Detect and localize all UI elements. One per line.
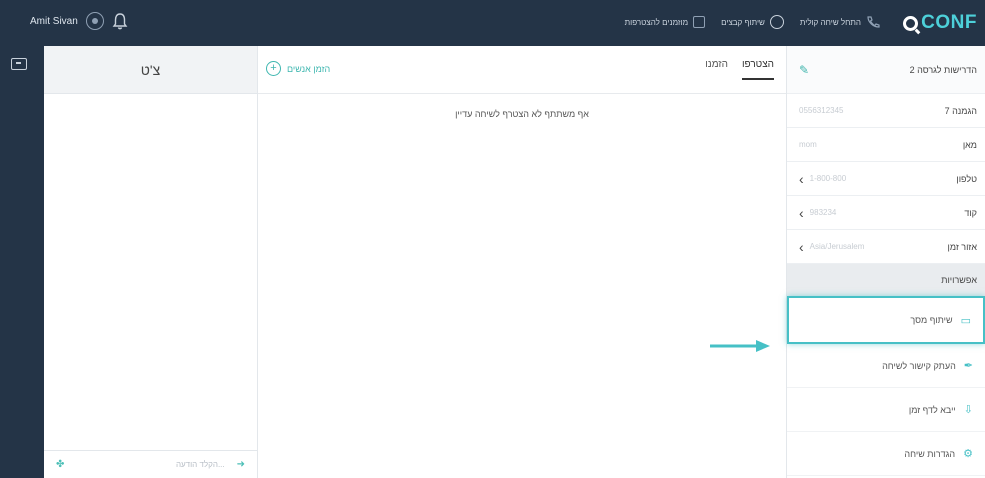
top-actions: מוזמנים להצטרפות שיתוף קבצים התחל שיחה ק… xyxy=(625,12,880,32)
user-name: Amit Sivan xyxy=(30,15,78,27)
monitor-icon: ▭ xyxy=(960,314,971,327)
settings-icon: ⚙ xyxy=(963,448,973,460)
option-label: העתק קישור לשיחה xyxy=(882,360,956,371)
chevron-left-icon[interactable]: ‹ xyxy=(799,206,804,220)
invite-people-button[interactable]: + הזמן אנשים xyxy=(266,61,330,76)
chat-input[interactable]: הקלד הודעה... xyxy=(64,460,236,469)
user-avatar-icon[interactable] xyxy=(85,12,104,30)
settings-row-value-wrap: ‹ Asia/Jerusalem xyxy=(799,240,864,254)
settings-row-label: מאן xyxy=(962,139,977,150)
settings-row: mom מאן xyxy=(787,128,985,162)
settings-row-timezone[interactable]: ‹ Asia/Jerusalem אזור זמן xyxy=(787,230,985,264)
app-logo: CONF xyxy=(903,12,977,34)
pointer-arrow-icon xyxy=(710,340,770,352)
edit-pencil-icon[interactable]: ✎ xyxy=(799,63,809,77)
user-area[interactable]: Amit Sivan xyxy=(30,10,128,32)
share-screen-option[interactable]: שיתוף מסך ▭ xyxy=(787,296,985,344)
phone-icon xyxy=(867,16,880,28)
share-files-action[interactable]: שיתוף קבצים xyxy=(721,15,784,29)
settings-row-label: אזור זמן xyxy=(947,241,977,252)
settings-row: 0556312345 הגמנה 7 xyxy=(787,94,985,128)
settings-row-value: 983234 xyxy=(809,208,837,217)
chat-toggle-icon[interactable] xyxy=(11,58,27,70)
top-bar: Amit Sivan מוזמנים להצטרפות שיתוף קבצים … xyxy=(0,0,985,46)
settings-row-label: קוד xyxy=(964,207,977,218)
call-settings-option[interactable]: הגדרות שיחה ⚙ xyxy=(787,432,985,476)
settings-header: ✎ הדרישות לגרסה 2 xyxy=(787,46,985,94)
option-label: שיתוף מסך xyxy=(910,315,953,325)
export-option[interactable]: ייבא לדף זמן ⇩ xyxy=(787,388,985,432)
chat-title: צ'ט xyxy=(44,46,257,94)
settings-row-value-wrap: ‹ 1-800-800 xyxy=(799,172,846,186)
settings-row-code[interactable]: ‹ 983234 קוד xyxy=(787,196,985,230)
option-label: ייבא לדף זמן xyxy=(908,404,956,415)
start-call-action[interactable]: התחל שיחה קולית xyxy=(800,16,880,28)
logo-mark-icon xyxy=(903,15,919,31)
settings-row-value: mom xyxy=(799,140,817,149)
tab-invited[interactable]: הזמנו xyxy=(705,59,728,80)
option-label: הגדרות שיחה xyxy=(904,448,956,459)
download-icon: ⇩ xyxy=(963,404,973,416)
link-icon: ✒ xyxy=(963,360,973,372)
participants-tabs-bar: + הזמן אנשים הזמנו הצטרפו xyxy=(258,46,786,94)
send-icon[interactable]: ➜ xyxy=(237,459,245,470)
invite-participants-action[interactable]: מוזמנים להצטרפות xyxy=(624,16,706,28)
settings-row-value: 1-800-800 xyxy=(809,174,847,183)
chevron-left-icon[interactable]: ‹ xyxy=(799,172,804,186)
copy-link-option[interactable]: העתק קישור לשיחה ✒ xyxy=(787,344,985,388)
chevron-left-icon[interactable]: ‹ xyxy=(799,240,804,254)
logo-text: CONF xyxy=(921,12,977,33)
settings-row-value: Asia/Jerusalem xyxy=(809,242,865,251)
settings-row-label: הגמנה 7 xyxy=(944,105,977,116)
plus-icon: + xyxy=(266,61,281,76)
settings-row-phone[interactable]: ‹ 1-800-800 טלפון xyxy=(787,162,985,196)
invite-people-label: הזמן אנשים xyxy=(287,63,331,74)
participant-tabs: הזמנו הצטרפו xyxy=(705,59,774,80)
share-files-label: שיתוף קבצים xyxy=(721,17,765,27)
invite-participants-label: מוזמנים להצטרפות xyxy=(624,17,689,27)
empty-participants-message: אף משתתף לא הצטרף לשיחה עדיין xyxy=(455,109,589,119)
settings-panel: ✎ הדרישות לגרסה 2 0556312345 הגמנה 7 mom… xyxy=(786,46,985,478)
settings-row-label: טלפון xyxy=(956,173,977,184)
left-rail xyxy=(0,46,44,478)
settings-row-value-wrap: ‹ 983234 xyxy=(799,206,836,220)
settings-title: הדרישות לגרסה 2 xyxy=(909,64,977,75)
settings-row-value: 0556312345 xyxy=(799,106,844,115)
tab-joined[interactable]: הצטרפו xyxy=(741,59,774,80)
participants-area: + הזמן אנשים הזמנו הצטרפו אף משתתף לא הצ… xyxy=(258,46,786,478)
square-icon xyxy=(693,16,706,28)
bell-icon[interactable] xyxy=(112,12,128,30)
chat-panel: צ'ט ✤ הקלד הודעה... ➜ xyxy=(44,46,258,478)
circle-icon xyxy=(769,15,784,29)
start-call-label: התחל שיחה קולית xyxy=(799,17,861,27)
emoji-icon[interactable]: ✤ xyxy=(56,459,64,470)
chat-input-bar[interactable]: ✤ הקלד הודעה... ➜ xyxy=(44,450,257,478)
options-section-header: אפשרויות xyxy=(787,264,985,296)
